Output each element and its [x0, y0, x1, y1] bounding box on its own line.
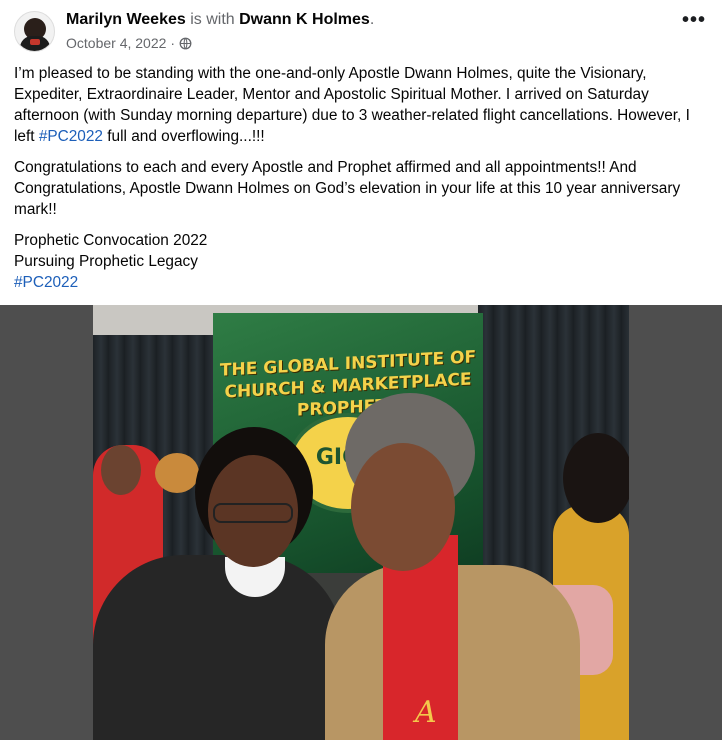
meta-separator: · — [170, 35, 176, 51]
left-woman-glasses — [213, 503, 293, 523]
post-line-legacy: Pursuing Prophetic Legacy — [14, 253, 198, 270]
more-options-button[interactable]: ••• — [680, 6, 708, 34]
photo-image: THE GLOBAL INSTITUTE OF CHURCH & MARKETP… — [93, 305, 629, 740]
hashtag-link-footer[interactable]: #PC2022 — [14, 272, 710, 293]
tagged-suffix: . — [369, 11, 375, 28]
post-header: Marilyn Weekes is with Dwann K Holmes. O… — [14, 10, 714, 56]
stole-monogram: A — [415, 695, 437, 730]
post-paragraph-2: Congratulations to each and every Apostl… — [14, 159, 681, 218]
tagged-name[interactable]: Dwann K Holmes — [239, 11, 370, 28]
background-person-left-head — [101, 445, 141, 495]
right-woman-face — [351, 443, 455, 571]
hashtag-link[interactable]: #PC2022 — [39, 128, 103, 145]
post-date[interactable]: October 4, 2022 — [66, 35, 166, 51]
with-text: is with — [190, 11, 235, 28]
post-photo[interactable]: THE GLOBAL INSTITUTE OF CHURCH & MARKETP… — [0, 305, 722, 740]
author-line: Marilyn Weekes is with Dwann K Holmes. — [66, 11, 374, 29]
author-name[interactable]: Marilyn Weekes — [66, 11, 186, 28]
left-woman-robe — [93, 555, 343, 740]
paragraph-1-tail: full and overflowing...!!! — [103, 128, 265, 145]
background-person-right-hair — [563, 433, 629, 523]
post-text: I’m pleased to be standing with the one-… — [14, 63, 710, 293]
globe-icon[interactable] — [179, 37, 192, 50]
post-meta: October 4, 2022 · — [66, 35, 192, 51]
avatar-accent — [30, 39, 40, 45]
avatar[interactable] — [14, 11, 55, 52]
background-person-hair — [155, 453, 199, 493]
post-paragraph-1: I’m pleased to be standing with the one-… — [14, 63, 710, 147]
post-line-convocation: Prophetic Convocation 2022 — [14, 232, 208, 249]
more-options-icon: ••• — [681, 9, 706, 31]
